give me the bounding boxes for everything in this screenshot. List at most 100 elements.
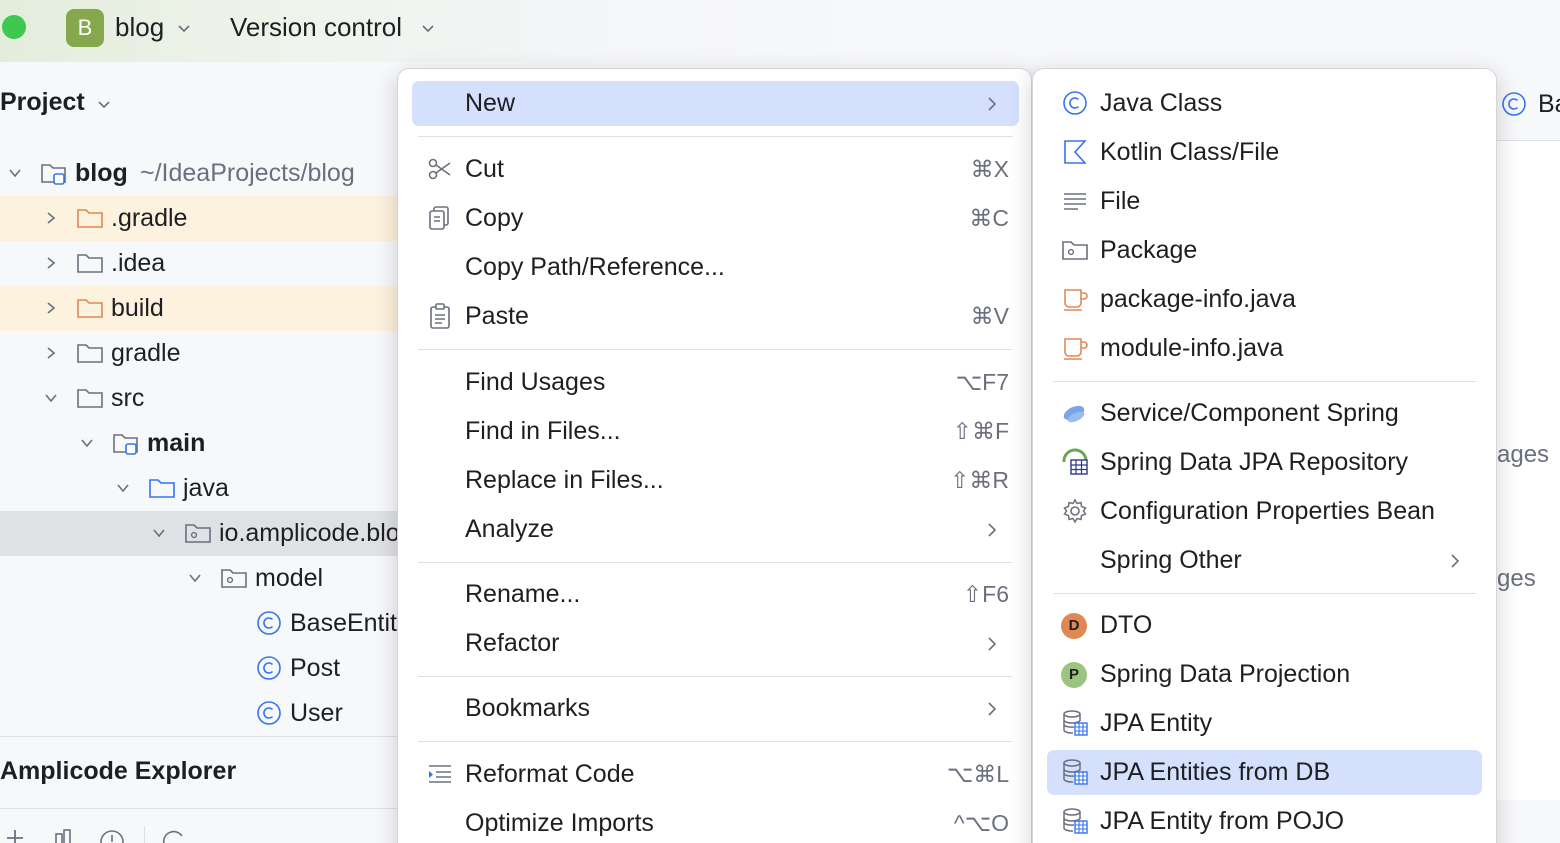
chevron-down-icon[interactable] bbox=[422, 22, 434, 34]
menu-item-label: DTO bbox=[1100, 611, 1153, 639]
menu-item-label: JPA Entity bbox=[1100, 709, 1213, 737]
editor-tab-label[interactable]: Ba bbox=[1538, 90, 1560, 119]
chevron-down-icon[interactable] bbox=[152, 526, 166, 540]
menu-item-replace-in-files[interactable]: Replace in Files... ⇧⌘R bbox=[412, 458, 1019, 503]
tree-item-label: model bbox=[255, 564, 324, 592]
new-submenu: Java Class Kotlin Class/File File Packag… bbox=[1032, 68, 1497, 843]
menu-item-shortcut: ⇧F6 bbox=[962, 581, 1009, 607]
chevron-down-icon[interactable] bbox=[98, 98, 110, 110]
menu-item-rename[interactable]: Rename... ⇧F6 bbox=[412, 572, 1019, 617]
chevron-right-icon[interactable] bbox=[44, 301, 58, 315]
refresh-icon[interactable] bbox=[160, 826, 190, 843]
menu-item-cut[interactable]: Cut ⌘X bbox=[412, 147, 1019, 192]
tree-row[interactable]: Post bbox=[0, 646, 400, 691]
gear-icon bbox=[1063, 498, 1087, 524]
project-switcher[interactable]: blog bbox=[115, 12, 164, 43]
menu-item-package[interactable]: Package bbox=[1047, 228, 1482, 273]
menu-item-bookmarks[interactable]: Bookmarks bbox=[412, 686, 1019, 731]
chevron-down-icon[interactable] bbox=[188, 571, 202, 585]
menu-item-label: File bbox=[1100, 187, 1141, 215]
tab-divider bbox=[1496, 140, 1560, 141]
menu-item-shortcut: ⇧⌘F bbox=[952, 418, 1009, 444]
chevron-right-icon[interactable] bbox=[44, 256, 58, 270]
chevron-right-icon[interactable] bbox=[44, 211, 58, 225]
menu-item-file[interactable]: File bbox=[1047, 179, 1482, 224]
menu-item-refactor[interactable]: Refactor bbox=[412, 621, 1019, 666]
class-icon bbox=[257, 611, 281, 635]
menu-item-reformat-code[interactable]: Reformat Code ⌥⌘L bbox=[412, 752, 1019, 797]
menu-item-analyze[interactable]: Analyze bbox=[412, 507, 1019, 552]
menu-item-dto[interactable]: D DTO bbox=[1047, 603, 1482, 648]
folder-icon bbox=[77, 299, 103, 318]
package-icon bbox=[1062, 241, 1088, 260]
add-icon[interactable] bbox=[2, 826, 28, 843]
chevron-down-icon[interactable] bbox=[44, 391, 58, 405]
context-menu: New Cut ⌘X Copy ⌘C Copy Path/Reference..… bbox=[397, 68, 1032, 843]
menu-item-spring-data-projection[interactable]: P Spring Data Projection bbox=[1047, 652, 1482, 697]
menu-item-spring-other[interactable]: Spring Other bbox=[1047, 538, 1482, 583]
menu-item-configuration-properties-bean[interactable]: Configuration Properties Bean bbox=[1047, 489, 1482, 534]
tree-row[interactable]: model bbox=[0, 556, 400, 601]
structure-icon[interactable] bbox=[52, 826, 78, 843]
tree-item-label: blog bbox=[75, 159, 128, 187]
menu-item-package-info[interactable]: package-info.java bbox=[1047, 277, 1482, 322]
menu-item-find-usages[interactable]: Find Usages ⌥F7 bbox=[412, 360, 1019, 405]
chevron-right-icon bbox=[1451, 554, 1460, 568]
chevron-down-icon[interactable] bbox=[116, 481, 130, 495]
menu-item-label: Service/Component Spring bbox=[1100, 399, 1399, 427]
menu-item-jpa-entities-from-db[interactable]: JPA Entities from DB bbox=[1047, 750, 1482, 795]
menu-item-paste[interactable]: Paste ⌘V bbox=[412, 294, 1019, 339]
scissors-icon bbox=[428, 158, 451, 180]
folder-icon bbox=[77, 344, 103, 363]
menu-item-kotlin-class[interactable]: Kotlin Class/File bbox=[1047, 130, 1482, 175]
menu-separator bbox=[418, 741, 1013, 742]
pane-divider bbox=[0, 808, 400, 809]
menu-item-label: Copy bbox=[465, 204, 524, 232]
chevron-down-icon[interactable] bbox=[178, 22, 190, 34]
menu-item-java-class[interactable]: Java Class bbox=[1047, 81, 1482, 126]
tree-row[interactable]: blog ~/IdeaProjects/blog bbox=[0, 151, 400, 196]
menu-item-optimize-imports[interactable]: Optimize Imports ^⌥O bbox=[412, 801, 1019, 843]
menu-item-label: Rename... bbox=[465, 580, 581, 608]
java-file-icon bbox=[1064, 289, 1088, 311]
tree-row[interactable]: io.amplicode.blo bbox=[0, 511, 400, 556]
menu-item-copy[interactable]: Copy ⌘C bbox=[412, 196, 1019, 241]
menu-item-label: Kotlin Class/File bbox=[1100, 138, 1280, 166]
menu-item-new[interactable]: New bbox=[412, 81, 1019, 126]
tree-row[interactable]: main bbox=[0, 421, 400, 466]
menu-item-label: JPA Entity from POJO bbox=[1100, 807, 1345, 835]
tree-row[interactable]: gradle bbox=[0, 331, 400, 376]
tree-item-label: .gradle bbox=[111, 204, 188, 232]
tree-row[interactable]: src bbox=[0, 376, 400, 421]
menu-item-find-in-files[interactable]: Find in Files... ⇧⌘F bbox=[412, 409, 1019, 454]
vcs-menu[interactable]: Version control bbox=[230, 12, 402, 43]
menu-item-copy-path[interactable]: Copy Path/Reference... bbox=[412, 245, 1019, 290]
chevron-right-icon[interactable] bbox=[44, 346, 58, 360]
kotlin-icon bbox=[1064, 140, 1087, 164]
clock-icon[interactable] bbox=[99, 826, 125, 843]
tree-row[interactable]: .idea bbox=[0, 241, 400, 286]
menu-item-service-component-spring[interactable]: Service/Component Spring bbox=[1047, 391, 1482, 436]
projection-icon: P bbox=[1061, 662, 1087, 688]
package-icon bbox=[221, 569, 247, 588]
tree-row[interactable]: User bbox=[0, 691, 400, 736]
chevron-right-icon bbox=[988, 523, 997, 537]
chevron-down-icon[interactable] bbox=[8, 166, 22, 180]
menu-separator bbox=[418, 676, 1013, 677]
class-icon bbox=[257, 656, 281, 680]
menu-item-jpa-entity-from-pojo[interactable]: JPA Entity from POJO bbox=[1047, 799, 1482, 843]
amplicode-explorer-title[interactable]: Amplicode Explorer bbox=[0, 757, 236, 786]
menu-item-label: Copy Path/Reference... bbox=[465, 253, 725, 281]
tree-row[interactable]: java bbox=[0, 466, 400, 511]
menu-separator bbox=[418, 562, 1013, 563]
menu-item-jpa-entity[interactable]: JPA Entity bbox=[1047, 701, 1482, 746]
tree-row[interactable]: BaseEntit bbox=[0, 601, 400, 646]
menu-item-label: New bbox=[465, 89, 516, 117]
window-close-button[interactable] bbox=[2, 15, 26, 39]
menu-item-spring-data-jpa-repository[interactable]: Spring Data JPA Repository bbox=[1047, 440, 1482, 485]
tree-row[interactable]: .gradle bbox=[0, 196, 400, 241]
chevron-down-icon[interactable] bbox=[80, 436, 94, 450]
menu-item-module-info[interactable]: module-info.java bbox=[1047, 326, 1482, 371]
tree-row[interactable]: build bbox=[0, 286, 400, 331]
project-pane-title[interactable]: Project bbox=[0, 88, 85, 117]
